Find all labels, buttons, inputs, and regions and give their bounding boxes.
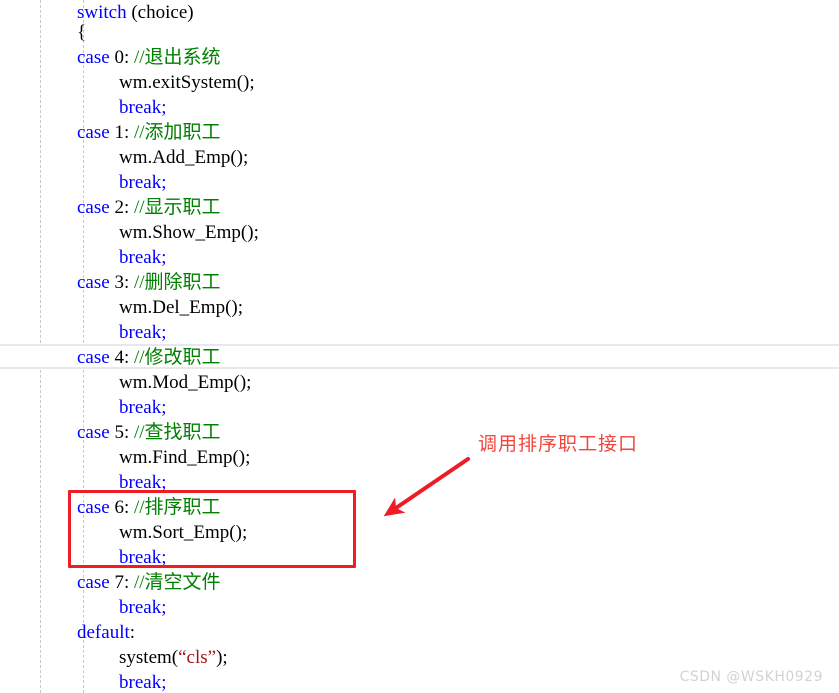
code-token-plain: 7:: [109, 572, 134, 593]
code-token-plain: 3:: [109, 272, 134, 293]
code-line[interactable]: wm.exitSystem();: [0, 70, 839, 95]
code-token-plain: 4:: [109, 347, 134, 368]
code-line[interactable]: default:: [0, 620, 839, 645]
code-line[interactable]: break;: [0, 170, 839, 195]
code-token-kw: case: [77, 197, 110, 218]
code-token-com: //修改职工: [133, 347, 221, 368]
code-line[interactable]: break;: [0, 395, 839, 420]
code-token-kw: case: [77, 272, 110, 293]
code-token-kw: break;: [119, 597, 167, 618]
code-line[interactable]: wm.Show_Emp();: [0, 220, 839, 245]
code-token-plain: 5:: [109, 422, 134, 443]
code-line[interactable]: wm.Add_Emp();: [0, 145, 839, 170]
code-token-kw: break;: [119, 397, 167, 418]
code-token-plain: system(: [119, 647, 179, 668]
code-token-str: “cls”: [178, 647, 217, 668]
code-line[interactable]: case 1: //添加职工: [0, 120, 839, 145]
code-token-plain: {: [77, 22, 87, 43]
code-line[interactable]: break;: [0, 320, 839, 345]
code-token-kw: break;: [119, 672, 167, 693]
code-token-plain: );: [216, 647, 228, 668]
code-token-plain: wm.Find_Emp();: [119, 447, 251, 468]
code-token-plain: wm.Add_Emp();: [119, 147, 249, 168]
code-token-plain: 2:: [109, 197, 134, 218]
code-token-kw: case: [77, 347, 110, 368]
code-token-com: //退出系统: [133, 47, 221, 68]
code-line[interactable]: break;: [0, 95, 839, 120]
code-line[interactable]: break;: [0, 245, 839, 270]
code-token-com: //查找职工: [133, 422, 221, 443]
code-line[interactable]: case 7: //清空文件: [0, 570, 839, 595]
code-token-kw: case: [77, 122, 110, 143]
code-line[interactable]: case 0: //退出系统: [0, 45, 839, 70]
code-line[interactable]: {: [0, 20, 839, 45]
code-token-kw: case: [77, 422, 110, 443]
code-token-plain: wm.Show_Emp();: [119, 222, 259, 243]
code-line[interactable]: case 3: //删除职工: [0, 270, 839, 295]
code-line[interactable]: system(“cls”);: [0, 645, 839, 670]
annotation-note-text: 调用排序职工接口: [478, 433, 639, 455]
code-token-kw: case: [77, 47, 110, 68]
code-token-com: //删除职工: [133, 272, 221, 293]
code-line[interactable]: case 5: //查找职工: [0, 420, 839, 445]
code-token-kw: default: [77, 622, 130, 643]
watermark: CSDN @WSKH0929: [679, 669, 823, 685]
code-token-plain: :: [129, 622, 136, 643]
code-token-kw: break;: [119, 97, 167, 118]
code-token-kw: break;: [119, 247, 167, 268]
code-line[interactable]: wm.Del_Emp();: [0, 295, 839, 320]
code-line[interactable]: wm.Mod_Emp();: [0, 370, 839, 395]
code-token-plain: 0:: [109, 47, 134, 68]
code-token-plain: wm.exitSystem();: [119, 72, 255, 93]
code-line[interactable]: case 4: //修改职工: [0, 345, 839, 370]
code-token-plain: wm.Mod_Emp();: [119, 372, 252, 393]
code-token-kw: break;: [119, 172, 167, 193]
code-token-com: //清空文件: [133, 572, 221, 593]
code-text-area[interactable]: switch (choice){case 0: //退出系统 wm.exitSys…: [0, 0, 839, 693]
code-token-kw: break;: [119, 322, 167, 343]
code-line[interactable]: break;: [0, 595, 839, 620]
code-line[interactable]: wm.Find_Emp();: [0, 445, 839, 470]
code-token-com: //添加职工: [133, 122, 221, 143]
code-token-com: //显示职工: [133, 197, 221, 218]
code-line[interactable]: case 2: //显示职工: [0, 195, 839, 220]
code-token-plain: 1:: [109, 122, 134, 143]
code-token-kw: case: [77, 572, 110, 593]
annotation-highlight-box: [68, 490, 356, 568]
code-screenshot: switch (choice){case 0: //退出系统 wm.exitSys…: [0, 0, 839, 693]
code-token-plain: wm.Del_Emp();: [119, 297, 244, 318]
